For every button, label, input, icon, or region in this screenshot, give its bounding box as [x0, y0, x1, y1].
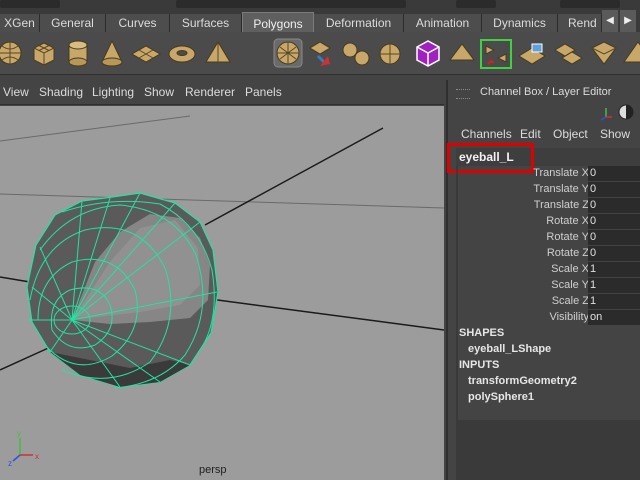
channel-label[interactable]: Scale X: [551, 263, 589, 275]
channel-value[interactable]: 0: [588, 198, 640, 213]
tab-animation[interactable]: Animation: [404, 14, 482, 32]
shapes-section-header: SHAPES: [459, 327, 505, 339]
viewport-scene: x y z: [0, 115, 444, 468]
channel-label[interactable]: Scale Y: [551, 279, 589, 291]
perspective-viewport[interactable]: x y z: [0, 106, 444, 480]
channel-value[interactable]: 1: [588, 278, 640, 293]
tab-polygons[interactable]: Polygons: [242, 12, 314, 32]
poly-cylinder-icon[interactable]: [62, 36, 94, 70]
shelf-top-strip: [456, 0, 496, 8]
tab-dynamics[interactable]: Dynamics: [482, 14, 558, 32]
menu-show[interactable]: Show: [144, 85, 174, 99]
channel-box-title: Channel Box / Layer Editor: [480, 86, 612, 98]
split-polygon-icon[interactable]: [516, 36, 548, 70]
channel-value[interactable]: on: [588, 310, 640, 325]
shelf-tab-bar: XGen General Curves Surfaces Polygons De…: [0, 0, 640, 32]
tab-xgen[interactable]: XGen: [0, 14, 40, 32]
svg-text:x: x: [35, 452, 39, 461]
annotation-highlight-box: [447, 143, 534, 173]
separate-icon[interactable]: [374, 36, 406, 70]
channel-box-toolbar: [596, 103, 638, 124]
smooth-icon[interactable]: [272, 36, 304, 70]
channel-value[interactable]: 1: [588, 262, 640, 277]
channel-value[interactable]: 1: [588, 294, 640, 309]
eyeball-sphere-mesh: [26, 192, 219, 389]
planar-map-icon[interactable]: [588, 36, 620, 70]
tab-scroll-left-button[interactable]: ◀: [602, 10, 618, 32]
poly-sphere-icon[interactable]: [0, 36, 26, 70]
menu-lighting[interactable]: Lighting: [92, 85, 134, 99]
cb-menu-object[interactable]: Object: [553, 127, 588, 141]
menu-view[interactable]: View: [3, 85, 29, 99]
tab-rendering[interactable]: Rend: [558, 14, 602, 32]
menu-renderer[interactable]: Renderer: [185, 85, 235, 99]
channel-label[interactable]: Rotate X: [546, 215, 589, 227]
shelf-top-strip: [560, 0, 620, 8]
camera-name-label: persp: [199, 464, 227, 476]
shelf-top-strip: [176, 0, 406, 8]
channel-value[interactable]: 0: [588, 246, 640, 261]
tab-scroll-right-button[interactable]: ▶: [620, 10, 636, 32]
panel-drag-handle[interactable]: [456, 89, 470, 99]
channel-value[interactable]: 0: [588, 214, 640, 229]
svg-text:y: y: [17, 429, 21, 438]
move-axis-icon: [600, 108, 612, 121]
poly-cube-icon[interactable]: [28, 36, 60, 70]
channel-label[interactable]: Rotate Y: [546, 231, 589, 243]
channel-box-empty-area: [456, 420, 640, 480]
tab-general[interactable]: General: [40, 14, 106, 32]
menu-panels[interactable]: Panels: [245, 85, 282, 99]
poly-cone-icon[interactable]: [96, 36, 128, 70]
shelf-top-strip: [0, 0, 60, 8]
tab-curves[interactable]: Curves: [106, 14, 170, 32]
cb-menu-channels[interactable]: Channels: [461, 127, 512, 141]
channel-label[interactable]: Rotate Z: [547, 247, 589, 259]
svg-text:z: z: [8, 459, 12, 468]
bevel-icon[interactable]: [412, 36, 444, 70]
extract-icon[interactable]: [306, 36, 338, 70]
shape-node-item[interactable]: eyeball_LShape: [468, 343, 551, 355]
channel-label[interactable]: Translate X: [533, 167, 589, 179]
channel-label[interactable]: Visibility: [549, 311, 589, 323]
channel-label[interactable]: Translate Z: [534, 199, 589, 211]
menu-shading[interactable]: Shading: [39, 85, 83, 99]
viewport-panel-menu-bar: View Shading Lighting Show Renderer Pane…: [0, 80, 444, 105]
channel-value[interactable]: 0: [588, 166, 640, 181]
uv-editor-icon[interactable]: [552, 36, 584, 70]
polygons-shelf: [0, 32, 640, 75]
cb-menu-edit[interactable]: Edit: [520, 127, 541, 141]
input-node-item[interactable]: transformGeometry2: [468, 375, 577, 387]
input-node-item[interactable]: polySphere1: [468, 391, 534, 403]
bridge-icon[interactable]: [480, 36, 512, 70]
combine-icon[interactable]: [340, 36, 372, 70]
tab-surfaces[interactable]: Surfaces: [170, 14, 242, 32]
inputs-section-header: INPUTS: [459, 359, 500, 371]
channel-box-toggle-icon: [618, 104, 634, 120]
sculpt-icon[interactable]: [622, 36, 640, 70]
poly-pyramid-icon[interactable]: [202, 36, 234, 70]
channel-label[interactable]: Scale Z: [552, 295, 589, 307]
poly-torus-icon[interactable]: [166, 36, 198, 70]
tab-deformation[interactable]: Deformation: [314, 14, 404, 32]
channel-value[interactable]: 0: [588, 230, 640, 245]
cb-menu-show[interactable]: Show: [600, 127, 630, 141]
smooth-proxy-icon[interactable]: [446, 36, 478, 70]
axis-gizmo: x y z: [8, 429, 39, 468]
channel-label[interactable]: Translate Y: [533, 183, 589, 195]
channel-value[interactable]: 0: [588, 182, 640, 197]
poly-plane-icon[interactable]: [130, 36, 162, 70]
